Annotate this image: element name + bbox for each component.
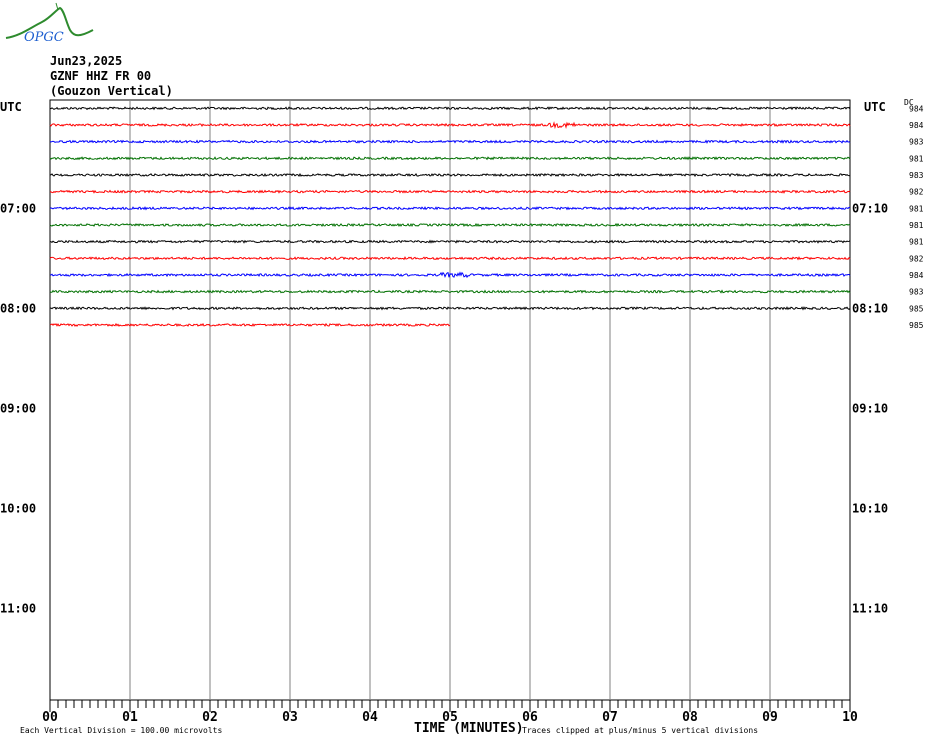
x-tick-label: 01: [122, 710, 138, 725]
x-tick-label: 09: [762, 710, 778, 725]
left-hour-label: 11:00: [0, 601, 36, 615]
scale-note: Each Vertical Division = 100.00 microvol…: [20, 726, 222, 735]
dc-value: 981: [909, 221, 924, 230]
x-tick-label: 04: [362, 710, 378, 725]
left-hour-label: 09:00: [0, 401, 36, 415]
x-tick-label: 03: [282, 710, 298, 725]
left-hour-label: 08:00: [0, 301, 36, 315]
left-hour-label: 10:00: [0, 501, 36, 515]
left-hour-label: 07:00: [0, 201, 36, 215]
dc-value: 981: [909, 238, 924, 247]
right-hour-label: 10:10: [852, 501, 888, 515]
dc-value: 984: [909, 271, 924, 280]
x-tick-label: 08: [682, 710, 698, 725]
dc-value: 981: [909, 154, 924, 163]
x-tick-label: 07: [602, 710, 618, 725]
trace-line: [49, 322, 451, 328]
dc-value: 984: [909, 104, 924, 113]
dc-value: 982: [909, 188, 924, 197]
dc-value: 985: [909, 304, 924, 313]
dc-value: 983: [909, 138, 924, 147]
dc-value: 981: [909, 204, 924, 213]
right-hour-label: 09:10: [852, 401, 888, 415]
x-tick-label: 00: [42, 710, 58, 725]
x-tick-label: 10: [842, 710, 858, 725]
clip-note: Traces clipped at plus/minus 5 vertical …: [522, 726, 758, 735]
x-tick-label: 02: [202, 710, 218, 725]
helicorder-plot: UTC UTC DC 00 01 02 03 04 05 06 07 08 09 1007:00 07…: [0, 98, 924, 736]
right-hour-label: 11:10: [852, 601, 888, 615]
dc-value: 982: [909, 254, 924, 263]
dc-value: 985: [909, 321, 924, 330]
x-tick-label: 06: [522, 710, 538, 725]
dc-value: 983: [909, 288, 924, 297]
x-axis-title: TIME (MINUTES): [414, 721, 524, 736]
right-axis-title: UTC: [864, 100, 886, 114]
dc-value: 983: [909, 171, 924, 180]
right-hour-label: 08:10: [852, 301, 888, 315]
right-hour-label: 07:10: [852, 201, 888, 215]
left-axis-title: UTC: [0, 100, 22, 114]
dc-value: 984: [909, 121, 924, 130]
